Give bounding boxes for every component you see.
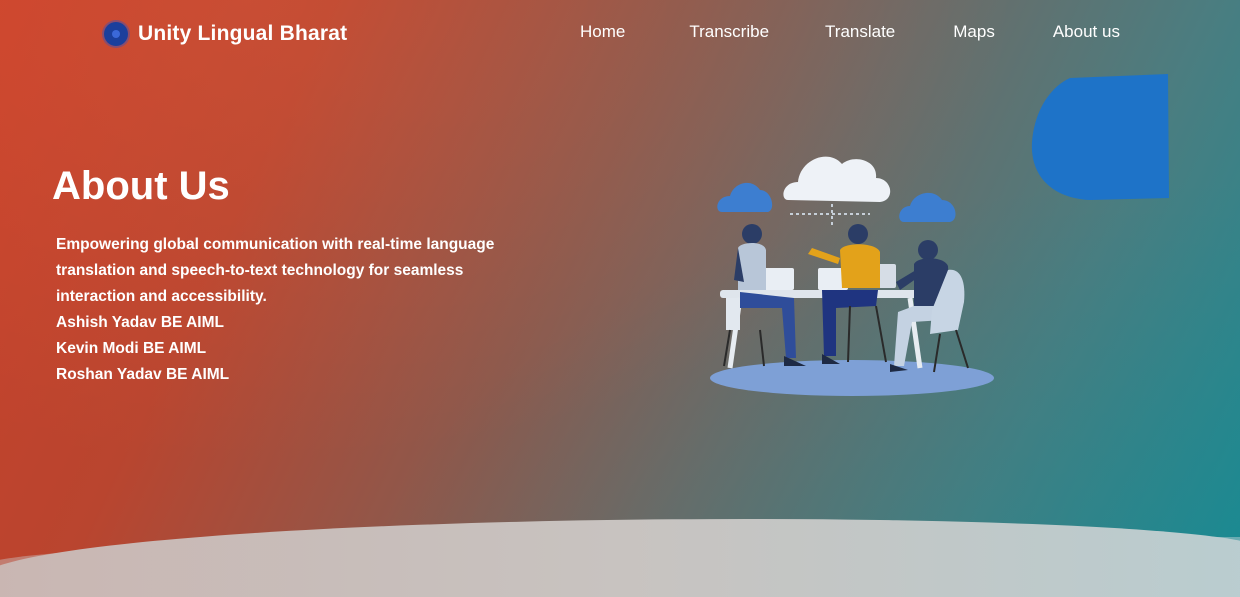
small-cloud-left-icon xyxy=(717,182,773,212)
person-right xyxy=(890,240,969,373)
blue-blob-shape xyxy=(1031,74,1169,200)
nav-home[interactable]: Home xyxy=(580,22,625,42)
team-member: Kevin Modi BE AIML xyxy=(56,340,207,357)
nav-about-us[interactable]: About us xyxy=(1053,22,1120,42)
page-title: About Us xyxy=(52,164,230,208)
big-cloud-icon xyxy=(783,156,891,202)
small-cloud-right-icon xyxy=(899,192,956,222)
main-nav: Home Transcribe Translate Maps About us xyxy=(580,22,1120,42)
site-header: Unity Lingual Bharat Home Transcribe Tra… xyxy=(0,0,1240,70)
wave-decoration xyxy=(0,519,1240,597)
brand[interactable]: Unity Lingual Bharat xyxy=(104,22,347,46)
nav-translate[interactable]: Translate xyxy=(825,22,895,42)
team-member: Roshan Yadav BE AIML xyxy=(56,366,230,383)
team-cloud-illustration xyxy=(710,156,994,396)
team-member: Ashish Yadav BE AIML xyxy=(56,314,224,331)
nav-transcribe[interactable]: Transcribe xyxy=(689,22,769,42)
nav-maps[interactable]: Maps xyxy=(953,22,995,42)
hero-text: Empowering global communication with rea… xyxy=(56,232,536,388)
logo-dot-icon xyxy=(104,22,128,46)
brand-name: Unity Lingual Bharat xyxy=(138,22,348,45)
about-page: Unity Lingual Bharat Home Transcribe Tra… xyxy=(0,0,1240,597)
hero-description: Empowering global communication with rea… xyxy=(56,236,495,305)
floor-shadow xyxy=(710,360,994,396)
